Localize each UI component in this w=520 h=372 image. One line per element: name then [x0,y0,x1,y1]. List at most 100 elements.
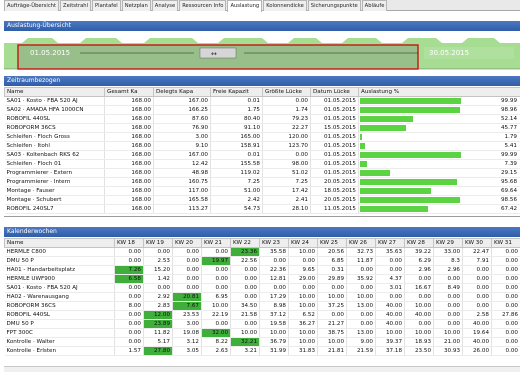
utilization-cell: 52.14 [358,114,520,124]
tab-3[interactable]: Netzplan [121,0,151,11]
tab-8[interactable]: Sicherungspunkte [307,0,361,11]
tab-4[interactable]: Analyse [151,0,179,11]
week-cell: 11.87 [346,256,376,266]
week-cell: 22.19 [201,310,231,320]
table-row[interactable]: SA01 · Kosto · FBA 520 AJ 168.00 167.00 0.0… [4,96,520,106]
table-row[interactable]: DMU 50 P 0.00 2.53 0.00 19.97 22.56 0.00 0.00 6.… [4,256,520,266]
column-header-2[interactable]: KW 19 [143,238,173,248]
table-row[interactable]: Schleifen · Itohl 168.00 9.10 158.91 123.70 0… [4,141,520,151]
overview-chart[interactable]: 01.05.2015 30.05.2015 ↔ [4,31,520,74]
week-cell: 13.00 [346,328,376,338]
column-header-0[interactable]: Name [4,87,105,97]
table-row[interactable]: SA01 · Kosto · FBA 520 AJ 0.00 0.00 0.00 0.0… [4,283,520,293]
cell-delegt: 48.98 [153,168,211,178]
cell-frei: 0.01 [210,150,263,160]
week-cell: 4.37 [375,274,405,284]
column-header-8[interactable]: KW 25 [317,238,347,248]
cell-datum: 01.05.2015 [310,159,359,169]
cell-datum: 01.05.2015 [310,132,359,142]
week-cell: 0.00 [317,283,347,293]
table-row[interactable]: Kontrolle · Walter 0.00 5.17 3.12 8.22 32.21 3… [4,337,520,347]
column-header-6[interactable]: Auslastung % [358,87,520,97]
tab-5[interactable]: Ressourcen Info [179,0,227,11]
week-cell: 0.00 [404,274,434,284]
table-row[interactable]: Programmierer · Intern 168.00 160.75 7.25 7.… [4,177,520,187]
column-header-10[interactable]: KW 27 [375,238,405,248]
table-row[interactable]: SA03 · Koltenbach RKS 62 168.00 167.00 0.01… [4,150,520,160]
week-cell: 0.00 [491,265,520,275]
cell-datum: 01.05.2015 [310,114,359,124]
cell-frei: 54.73 [210,204,263,214]
column-header-5[interactable]: Datum Lücke [310,87,359,97]
resource-name: ROBOFIL 240SL7 [4,204,105,214]
table-row[interactable]: Kontrolle · Erlsten 1.57 27.80 3.05 2.63 3.21… [4,346,520,356]
cell-luecke: 28.10 [262,204,311,214]
column-header-9[interactable]: KW 26 [346,238,376,248]
table-row[interactable]: FPT 300C 0.00 11.82 19.08 32.00 10.00 10.00 10.… [4,328,520,338]
week-cell: 35.58 [259,247,289,257]
table-row[interactable]: HA01 - Handarbeitsplatz 7.26 15.20 0.00 0.00… [4,265,520,275]
week-cell: 0.00 [433,274,463,284]
tab-1[interactable]: Zeitstrahl [60,0,92,11]
table-row[interactable]: Schleifen · Floch 01 168.00 12.42 155.58 98.… [4,159,520,169]
tab-2[interactable]: Plantafel [92,0,121,11]
week-cell: 0.00 [230,292,260,302]
column-header-7[interactable]: KW 24 [288,238,318,248]
utilization-value: 99.99 [500,152,517,158]
zoom-handle[interactable] [199,47,237,59]
tab-6[interactable]: Auslastung [227,0,263,12]
column-header-3[interactable]: Freie Kapazit [210,87,263,97]
horizontal-scrollbar[interactable] [4,366,520,372]
table-row[interactable]: ROBOFORM 36CS 8.00 2.83 7.67 10.00 34.50 8.98 1… [4,301,520,311]
table-row[interactable]: Montage · Schubert 168.00 165.58 2.42 2.41 20… [4,195,520,205]
table-row[interactable]: ROBOFORM 36CS 168.00 76.90 91.10 22.27 15.05.… [4,123,520,133]
cell-delegt: 166.25 [153,105,211,115]
column-header-1[interactable]: Gesamt Ka [104,87,154,97]
column-header-13[interactable]: KW 30 [462,238,492,248]
table-row[interactable]: ROBOFIL 440SL 168.00 87.60 80.40 79.23 01.05.… [4,114,520,124]
column-header-11[interactable]: KW 28 [404,238,434,248]
table-row[interactable]: SA02 · AMADA HFA 1000CN 168.00 166.25 1.75 1… [4,105,520,115]
week-cell: 37.12 [259,310,289,320]
week-cell: 3.21 [230,346,260,356]
table-row[interactable]: Programmierer · Extern 168.00 48.98 119.02 5… [4,168,520,178]
weeks-table-panel: Name KW 18 KW 19 KW 20 KW 21 KW 22 KW 23 KW 24 K… [4,238,520,366]
cell-gesamt: 168.00 [104,114,154,124]
tab-0[interactable]: Aufträge-Übersicht [4,0,60,11]
week-cell: 39.22 [404,247,434,257]
column-header-4[interactable]: Größte Lücke [262,87,311,97]
week-row-name: FPT 300C [4,328,115,338]
column-header-3[interactable]: KW 20 [172,238,202,248]
utilization-value: 67.42 [500,206,517,212]
resource-name: Schleifen · Floch Gross [4,132,105,142]
table-row[interactable]: Schleifen · Floch Gross 168.00 3.00 165.00 1… [4,132,520,142]
week-cell: 0.00 [143,247,173,257]
table-row[interactable]: DMU 50 P 0.00 23.89 3.00 0.00 0.00 19.58 36.27 2… [4,319,520,329]
table-row[interactable]: HA02 - Warenausgang 0.00 2.92 20.81 6.95 0.00… [4,292,520,302]
column-header-5[interactable]: KW 22 [230,238,260,248]
week-cell: 0.00 [230,283,260,293]
column-header-6[interactable]: KW 23 [259,238,289,248]
tab-7[interactable]: Kolonnendicke [263,0,307,11]
cell-luecke: 7.25 [262,177,311,187]
cell-luecke: 123.70 [262,141,311,151]
column-header-1[interactable]: KW 18 [114,238,144,248]
cell-frei: 2.42 [210,195,263,205]
tab-9[interactable]: Abläufe [361,0,388,11]
column-header-0[interactable]: Name [4,238,115,248]
column-header-14[interactable]: KW 31 [491,238,520,248]
week-cell: 32.00 [201,328,231,338]
column-header-4[interactable]: KW 21 [201,238,231,248]
table-row[interactable]: HERMLE UWF900 6.58 1.42 0.00 0.00 0.00 12.81 29… [4,274,520,284]
cell-gesamt: 168.00 [104,123,154,133]
column-header-2[interactable]: Delegts Kapa [153,87,211,97]
table-row[interactable]: HERMLE C800 0.00 0.00 0.00 0.00 23.36 35.58 10.… [4,247,520,257]
table-row[interactable]: ROBOFIL 240SL7 168.00 113.27 54.73 28.10 11.0… [4,204,520,214]
table-row[interactable]: Montage · Fauser 168.00 117.00 51.00 17.42 18… [4,186,520,196]
week-cell: 37.18 [375,346,405,356]
week-cell: 0.00 [172,256,202,266]
table-row[interactable]: ROBOFIL 440SL 0.00 12.00 23.53 22.19 21.58 37.… [4,310,520,320]
column-header-12[interactable]: KW 29 [433,238,463,248]
week-cell: 16.67 [404,283,434,293]
week-cell: 8.98 [259,301,289,311]
